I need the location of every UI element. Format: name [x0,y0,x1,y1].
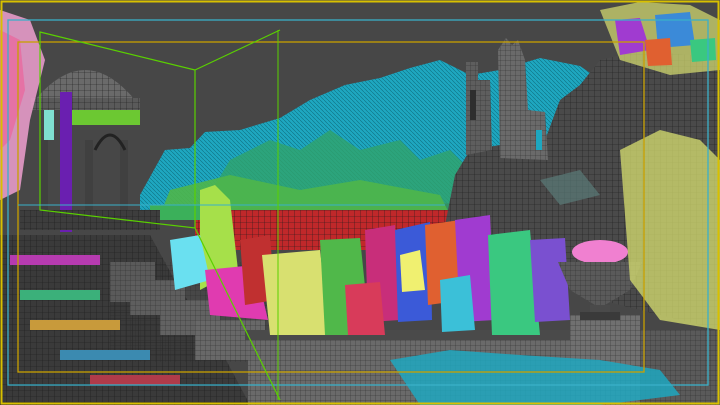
3d-viewport[interactable] [0,0,720,405]
scene-render [0,0,720,405]
